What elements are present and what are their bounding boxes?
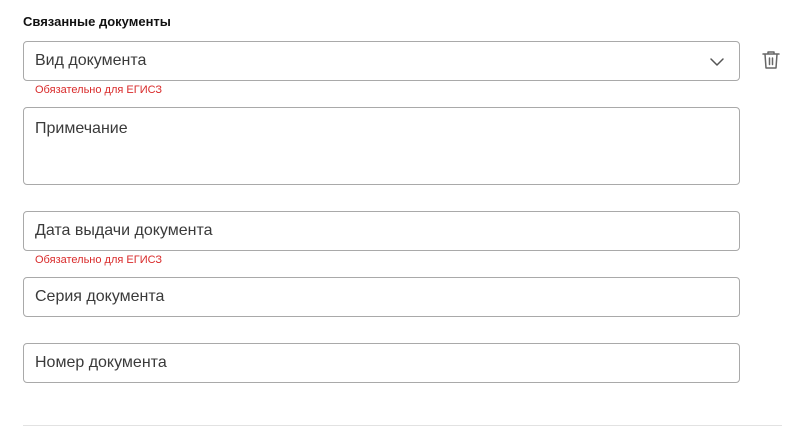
issue-date-error: Обязательно для ЕГИСЗ [35, 254, 163, 266]
trash-icon[interactable] [760, 49, 782, 71]
issue-date-placeholder: Дата выдачи документа [35, 222, 213, 239]
chevron-down-icon [710, 58, 724, 66]
document-number-placeholder: Номер документа [35, 354, 167, 371]
section-title: Связанные документы [23, 14, 171, 29]
note-placeholder: Примечание [35, 120, 128, 137]
document-series-field[interactable]: Серия документа [23, 277, 740, 317]
document-type-select[interactable]: Вид документа [23, 41, 740, 81]
divider [23, 425, 782, 426]
document-type-placeholder: Вид документа [35, 52, 147, 69]
document-series-placeholder: Серия документа [35, 288, 165, 305]
document-number-field[interactable]: Номер документа [23, 343, 740, 383]
note-textarea[interactable]: Примечание [23, 107, 740, 185]
issue-date-field[interactable]: Дата выдачи документа [23, 211, 740, 251]
document-type-error: Обязательно для ЕГИСЗ [35, 84, 163, 96]
